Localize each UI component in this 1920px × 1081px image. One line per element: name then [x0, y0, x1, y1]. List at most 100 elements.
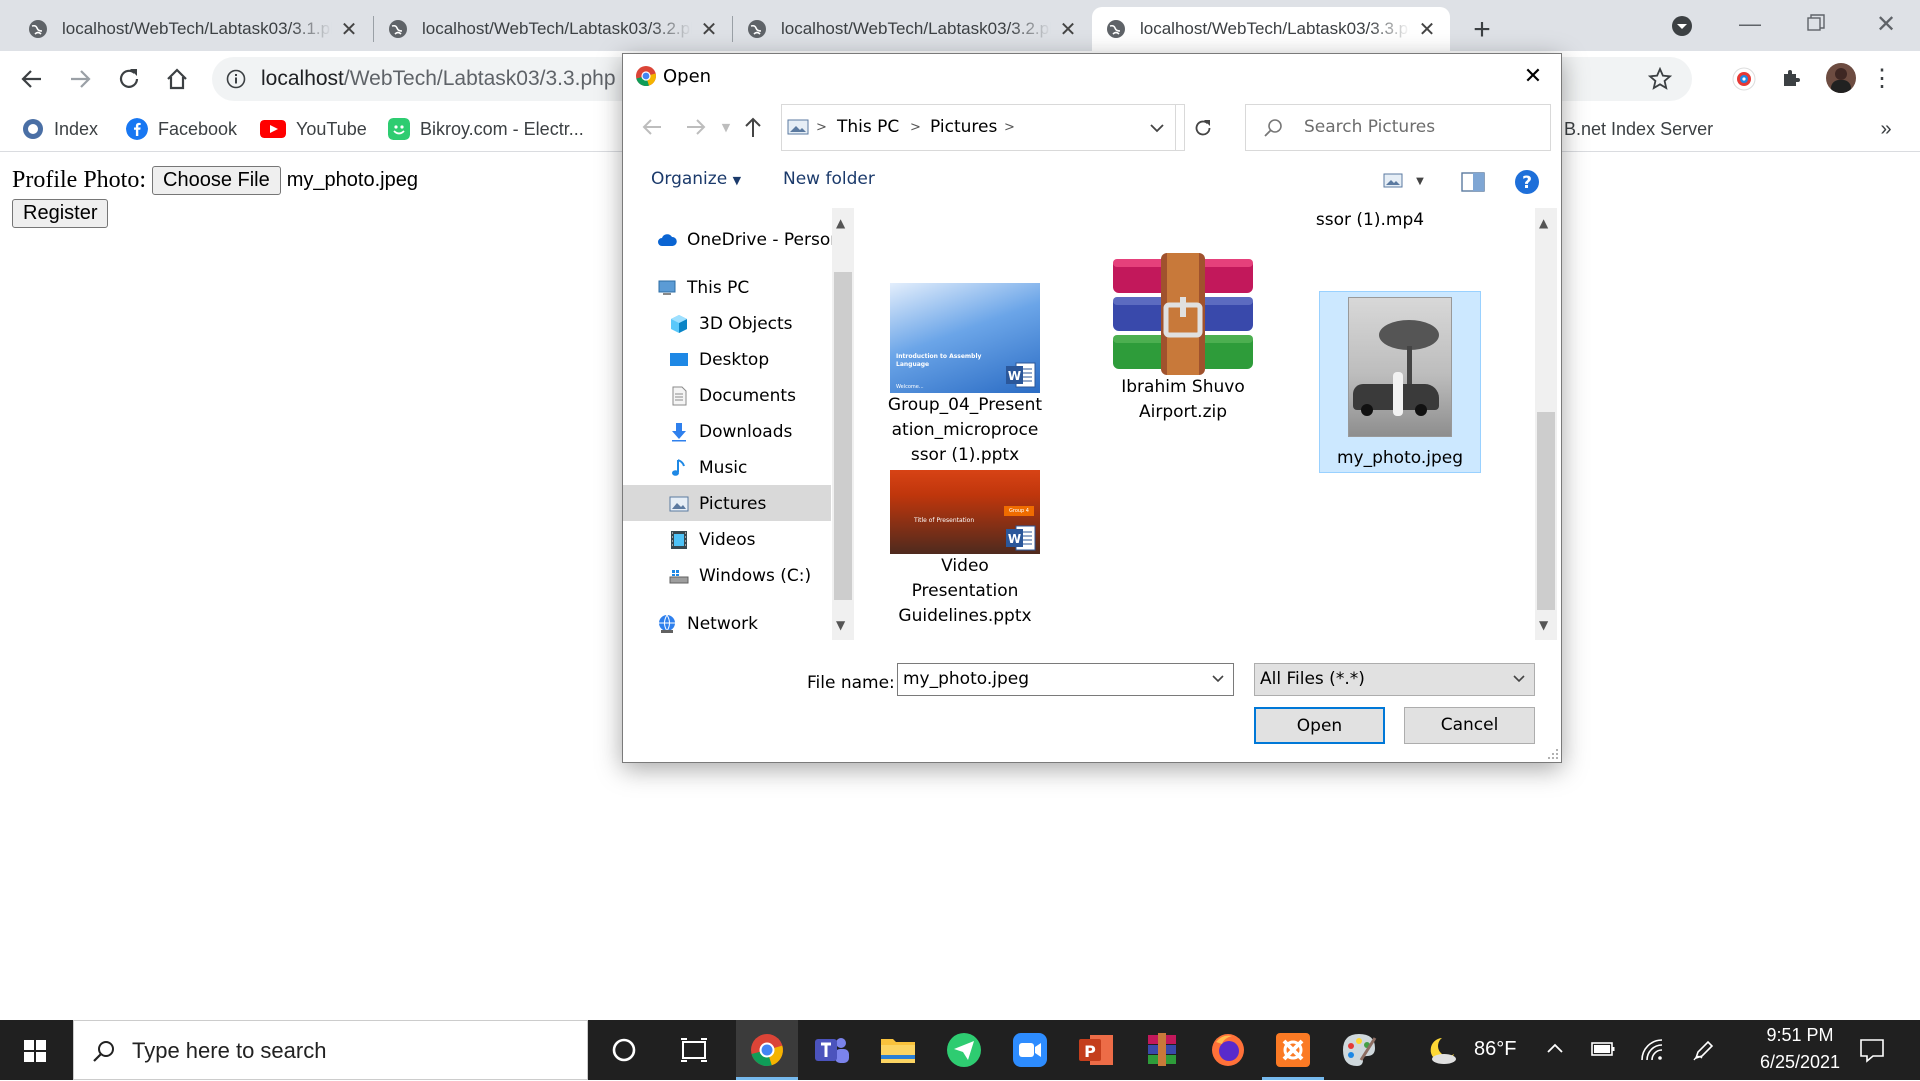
breadcrumb-chevron-icon[interactable]: >: [910, 105, 921, 150]
chevron-down-icon[interactable]: [1212, 675, 1224, 683]
file-name-input[interactable]: my_photo.jpeg: [897, 663, 1234, 696]
send-app-icon[interactable]: [944, 1030, 984, 1070]
file-item-my-photo-selected[interactable]: my_photo.jpeg: [1319, 291, 1481, 473]
search-pictures-field[interactable]: Search Pictures: [1245, 104, 1551, 151]
notifications-icon[interactable]: [1858, 1036, 1886, 1064]
nav-item-desktop[interactable]: Desktop: [669, 343, 769, 377]
nav-item-network[interactable]: Network: [657, 607, 758, 641]
xampp-icon[interactable]: [1273, 1030, 1313, 1070]
browser-tab-4-active[interactable]: localhost/WebTech/Labtask03/3.3.php ✕: [1092, 7, 1450, 51]
paint-icon[interactable]: [1339, 1030, 1379, 1070]
chevron-down-icon[interactable]: [1150, 123, 1164, 133]
bookmark-facebook[interactable]: Facebook: [126, 114, 237, 144]
file-item-video-guidelines-pptx[interactable]: Title of Presentation Group 4 W Video Pr…: [884, 462, 1046, 638]
nav-item-documents[interactable]: Documents: [669, 379, 796, 413]
breadcrumb-chevron-icon[interactable]: >: [816, 105, 827, 150]
cortana-icon[interactable]: [604, 1030, 644, 1070]
site-info-icon[interactable]: [226, 69, 246, 89]
browser-tab-3[interactable]: localhost/WebTech/Labtask03/3.2.php ✕: [733, 7, 1091, 51]
new-tab-icon[interactable]: +: [1462, 10, 1502, 50]
nav-item-this-pc[interactable]: This PC: [657, 271, 749, 305]
file-item-airport-zip[interactable]: Ibrahim Shuvo Airport.zip: [1102, 243, 1264, 422]
more-bookmarks-icon[interactable]: »: [1874, 116, 1898, 142]
zoom-icon[interactable]: [1010, 1030, 1050, 1070]
close-tab-icon[interactable]: ✕: [1059, 17, 1077, 42]
help-icon[interactable]: ?: [1514, 169, 1540, 195]
recent-locations-icon[interactable]: ▼: [719, 118, 733, 136]
scroll-thumb[interactable]: [1537, 412, 1555, 610]
taskbar-search-box[interactable]: Type here to search: [73, 1020, 588, 1080]
battery-icon[interactable]: [1590, 1040, 1616, 1058]
browser-tab-2[interactable]: localhost/WebTech/Labtask03/3.2.php ✕: [374, 7, 732, 51]
puzzle-extensions-icon[interactable]: [1780, 66, 1804, 90]
nav-item-videos[interactable]: Videos: [669, 523, 756, 557]
wifi-icon[interactable]: [1640, 1038, 1664, 1062]
file-pane-scrollbar[interactable]: ▲ ▼: [1535, 208, 1557, 640]
nav-item-music[interactable]: Music: [669, 451, 747, 485]
breadcrumb-this-pc[interactable]: This PC: [837, 105, 899, 150]
nav-item-windows-c[interactable]: Windows (C:): [669, 559, 811, 593]
breadcrumb-pictures[interactable]: Pictures: [930, 105, 997, 150]
view-options-chevron-icon[interactable]: ▼: [1413, 174, 1427, 188]
back-arrow-icon[interactable]: [641, 117, 663, 137]
nav-item-downloads[interactable]: Downloads: [669, 415, 792, 449]
clock-time[interactable]: 9:51 PM: [1752, 1025, 1848, 1046]
dialog-close-icon[interactable]: ✕: [1511, 58, 1555, 94]
register-button[interactable]: Register: [12, 199, 109, 228]
choose-file-button[interactable]: Choose File: [152, 166, 281, 195]
close-tab-icon[interactable]: ✕: [1418, 17, 1436, 42]
open-button[interactable]: Open: [1254, 707, 1385, 744]
close-tab-icon[interactable]: ✕: [340, 17, 358, 42]
extension-icon[interactable]: [1731, 66, 1757, 92]
scroll-down-icon[interactable]: ▼: [1539, 618, 1548, 632]
powerpoint-icon[interactable]: P: [1076, 1030, 1116, 1070]
minimize-icon[interactable]: —: [1730, 4, 1770, 44]
file-explorer-icon[interactable]: [878, 1030, 918, 1070]
profile-avatar[interactable]: [1826, 63, 1856, 93]
cancel-button[interactable]: Cancel: [1404, 707, 1535, 744]
resize-grip-icon[interactable]: [1547, 748, 1559, 760]
chrome-menu-icon[interactable]: ⋮: [1870, 61, 1894, 95]
change-view-icon[interactable]: [1383, 172, 1407, 190]
close-tab-icon[interactable]: ✕: [700, 17, 718, 42]
scroll-thumb[interactable]: [834, 272, 852, 600]
breadcrumb-chevron-icon[interactable]: >: [1004, 105, 1015, 150]
nav-item-onedrive[interactable]: OneDrive - Person: [657, 223, 841, 257]
refresh-icon[interactable]: [1193, 118, 1213, 138]
nav-item-pictures[interactable]: Pictures: [669, 487, 766, 521]
back-arrow-icon[interactable]: [20, 67, 44, 91]
firefox-icon[interactable]: [1208, 1030, 1248, 1070]
chrome-icon[interactable]: [747, 1030, 787, 1070]
weather-moon-icon[interactable]: [1424, 1034, 1458, 1066]
file-type-select[interactable]: All Files (*.*): [1254, 663, 1535, 696]
browser-tab-1[interactable]: localhost/WebTech/Labtask03/3.1.php ✕: [14, 7, 372, 51]
pen-input-icon[interactable]: [1692, 1038, 1716, 1062]
scroll-down-icon[interactable]: ▼: [836, 618, 845, 632]
show-hidden-icons-chevron[interactable]: [1546, 1042, 1564, 1054]
reload-icon[interactable]: [116, 66, 142, 92]
winrar-icon[interactable]: [1142, 1030, 1182, 1070]
scroll-up-icon[interactable]: ▲: [1539, 216, 1548, 230]
nav-pane-scrollbar[interactable]: ▲ ▼: [832, 208, 854, 640]
tab-search-icon[interactable]: [1670, 14, 1694, 38]
nav-item-3d-objects[interactable]: 3D Objects: [669, 307, 793, 341]
teams-icon[interactable]: [812, 1030, 852, 1070]
preview-pane-icon[interactable]: [1461, 172, 1485, 192]
bookmark-star-icon[interactable]: [1648, 67, 1672, 91]
scroll-up-icon[interactable]: ▲: [836, 216, 845, 230]
home-icon[interactable]: [164, 66, 190, 92]
file-item-group04-pptx[interactable]: Introduction to Assembly Language Welcom…: [884, 273, 1046, 465]
task-view-icon[interactable]: [674, 1030, 714, 1070]
windows-start-icon[interactable]: [24, 1040, 46, 1062]
close-window-icon[interactable]: ✕: [1868, 4, 1904, 44]
bookmark-youtube[interactable]: YouTube: [260, 114, 367, 144]
address-breadcrumb[interactable]: > This PC > Pictures >: [781, 104, 1211, 151]
forward-arrow-icon[interactable]: [68, 67, 92, 91]
up-arrow-icon[interactable]: [743, 116, 763, 138]
clock-date[interactable]: 6/25/2021: [1744, 1052, 1856, 1073]
bookmark-bnet-index-server[interactable]: B.net Index Server: [1564, 114, 1713, 144]
restore-icon[interactable]: [1806, 13, 1826, 33]
bookmark-index[interactable]: Index: [22, 114, 98, 144]
organize-button[interactable]: Organize ▼: [651, 169, 741, 189]
weather-temperature[interactable]: 86°F: [1474, 1038, 1516, 1061]
